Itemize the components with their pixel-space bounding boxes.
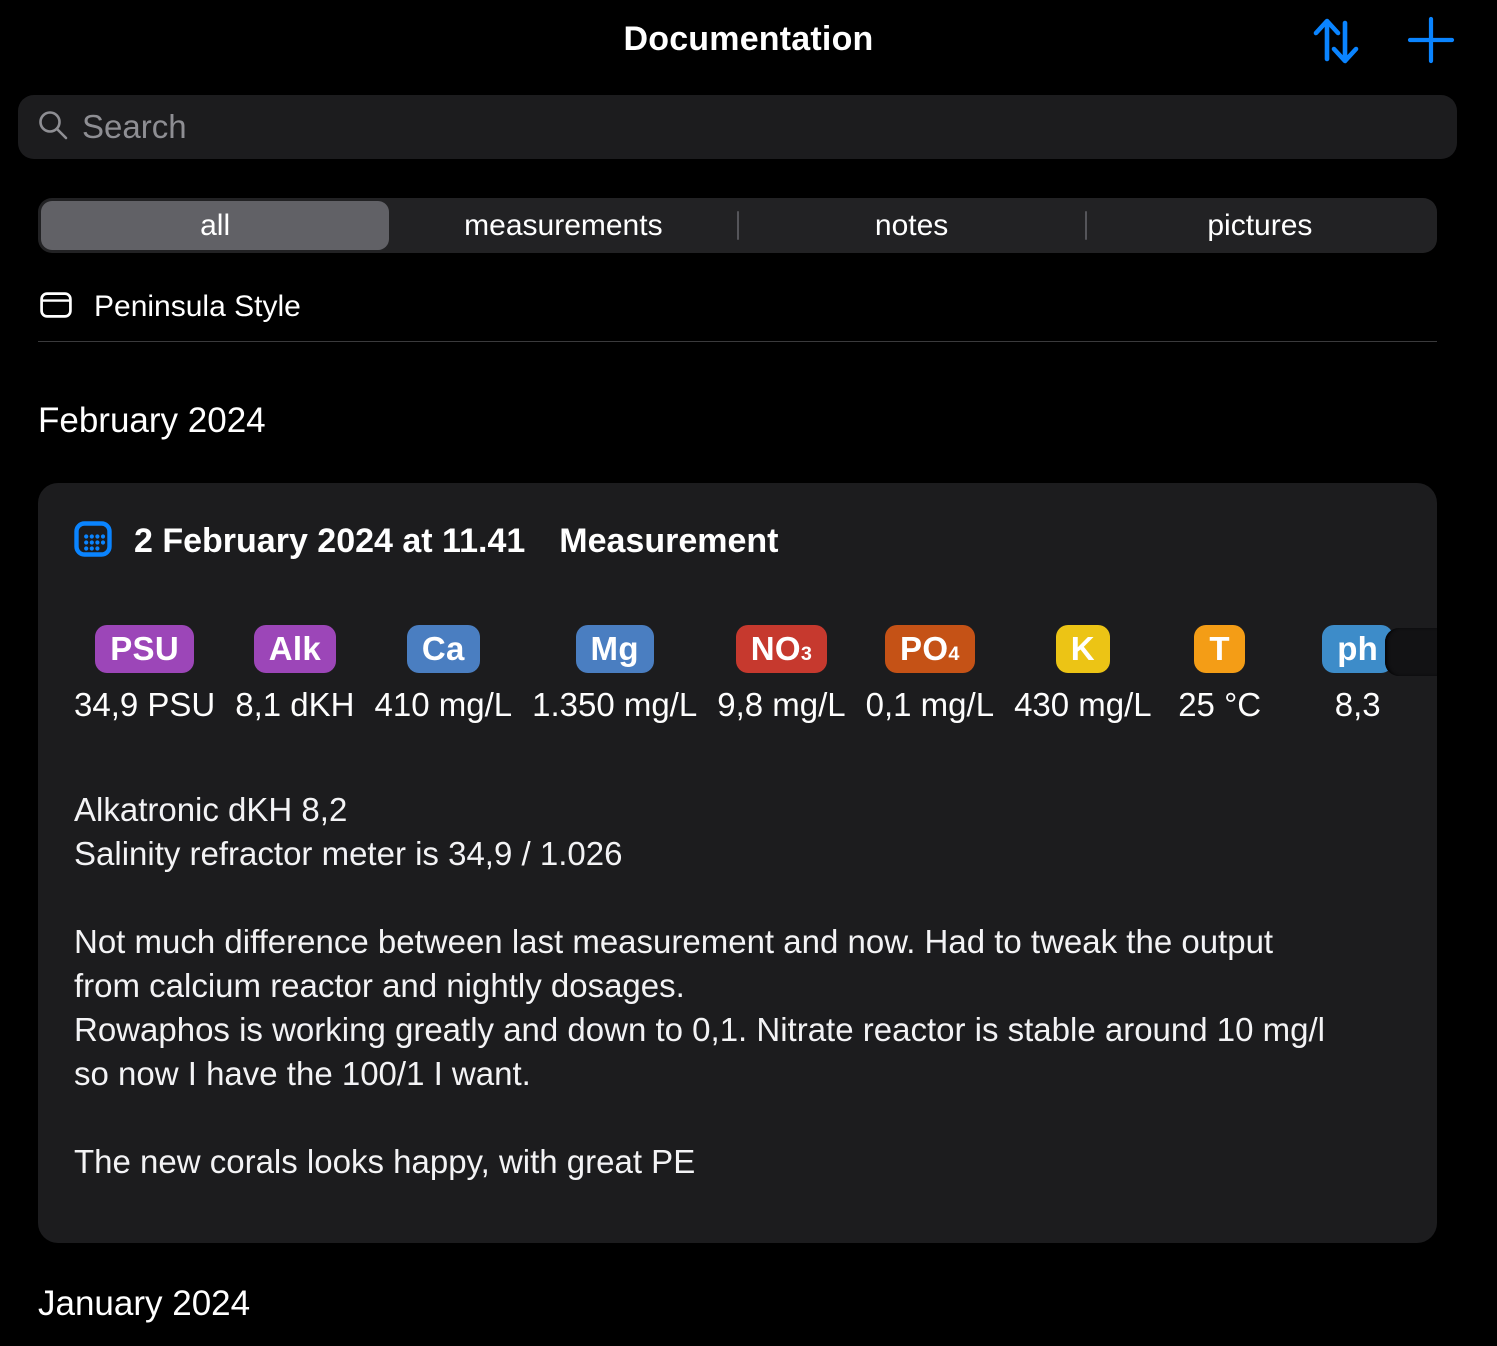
- param-badge: PO4: [885, 625, 975, 673]
- aquarium-tank-icon: [40, 292, 72, 323]
- section-header-february: February 2024: [38, 401, 266, 441]
- entry-header: 2 February 2024 at 11.41 Measurement: [74, 517, 1401, 565]
- param-badge: Alk: [254, 625, 336, 673]
- param-value: 8,3: [1335, 686, 1381, 724]
- param-value: 34,9 PSU: [74, 686, 215, 724]
- parameter-row: PSU 34,9 PSU Alk 8,1 dKH Ca 410 mg/L Mg 1.350 m…: [74, 625, 1401, 724]
- param-badge: K: [1056, 625, 1110, 673]
- search-icon: [36, 108, 70, 147]
- entry-notes: Alkatronic dKH 8,2 Salinity refractor me…: [74, 788, 1404, 1184]
- param-badge: Mg: [576, 625, 654, 673]
- param-badge: Ca: [407, 625, 480, 673]
- measurement-entry-card[interactable]: 2 February 2024 at 11.41 Measurement PSU…: [38, 483, 1437, 1243]
- add-entry-button[interactable]: [1400, 10, 1462, 72]
- param-badge: NO3: [736, 625, 827, 673]
- tab-notes[interactable]: notes: [738, 201, 1086, 250]
- filter-segmented-control: allmeasurementsnotespictures: [38, 198, 1437, 253]
- tab-measurements[interactable]: measurements: [389, 201, 737, 250]
- tab-all[interactable]: all: [41, 201, 389, 250]
- param-value: 9,8 mg/L: [717, 686, 845, 724]
- parameter-po4: PO4 0,1 mg/L: [866, 625, 994, 724]
- calendar-icon: [74, 521, 112, 562]
- divider: [38, 341, 1437, 342]
- tank-name: Peninsula Style: [94, 290, 301, 324]
- partial-next-badge: [1385, 628, 1437, 676]
- param-value: 25 °C: [1178, 686, 1261, 724]
- tank-row[interactable]: Peninsula Style: [40, 290, 301, 324]
- param-value: 410 mg/L: [375, 686, 513, 724]
- top-bar: Documentation: [0, 0, 1497, 82]
- search-input[interactable]: [82, 108, 1439, 146]
- parameter-ca: Ca 410 mg/L: [375, 625, 513, 724]
- param-badge: T: [1194, 625, 1244, 673]
- param-value: 8,1 dKH: [235, 686, 354, 724]
- param-badge: PSU: [95, 625, 194, 673]
- entry-date: 2 February 2024 at 11.41: [134, 522, 525, 561]
- parameter-t: T 25 °C: [1172, 625, 1268, 724]
- parameter-no3: NO3 9,8 mg/L: [717, 625, 845, 724]
- param-value: 1.350 mg/L: [532, 686, 697, 724]
- plus-icon: [1406, 15, 1456, 68]
- section-header-january: January 2024: [38, 1284, 250, 1324]
- parameter-psu: PSU 34,9 PSU: [74, 625, 215, 724]
- sort-button[interactable]: [1304, 10, 1366, 72]
- parameter-alk: Alk 8,1 dKH: [235, 625, 354, 724]
- parameter-k: K 430 mg/L: [1014, 625, 1152, 724]
- sort-arrows-icon: [1307, 11, 1363, 72]
- search-bar[interactable]: [18, 95, 1457, 159]
- param-badge: ph: [1322, 625, 1393, 673]
- tab-pictures[interactable]: pictures: [1086, 201, 1434, 250]
- entry-type: Measurement: [559, 522, 778, 561]
- param-value: 0,1 mg/L: [866, 686, 994, 724]
- param-value: 430 mg/L: [1014, 686, 1152, 724]
- parameter-mg: Mg 1.350 mg/L: [532, 625, 697, 724]
- page-title: Documentation: [0, 20, 1497, 59]
